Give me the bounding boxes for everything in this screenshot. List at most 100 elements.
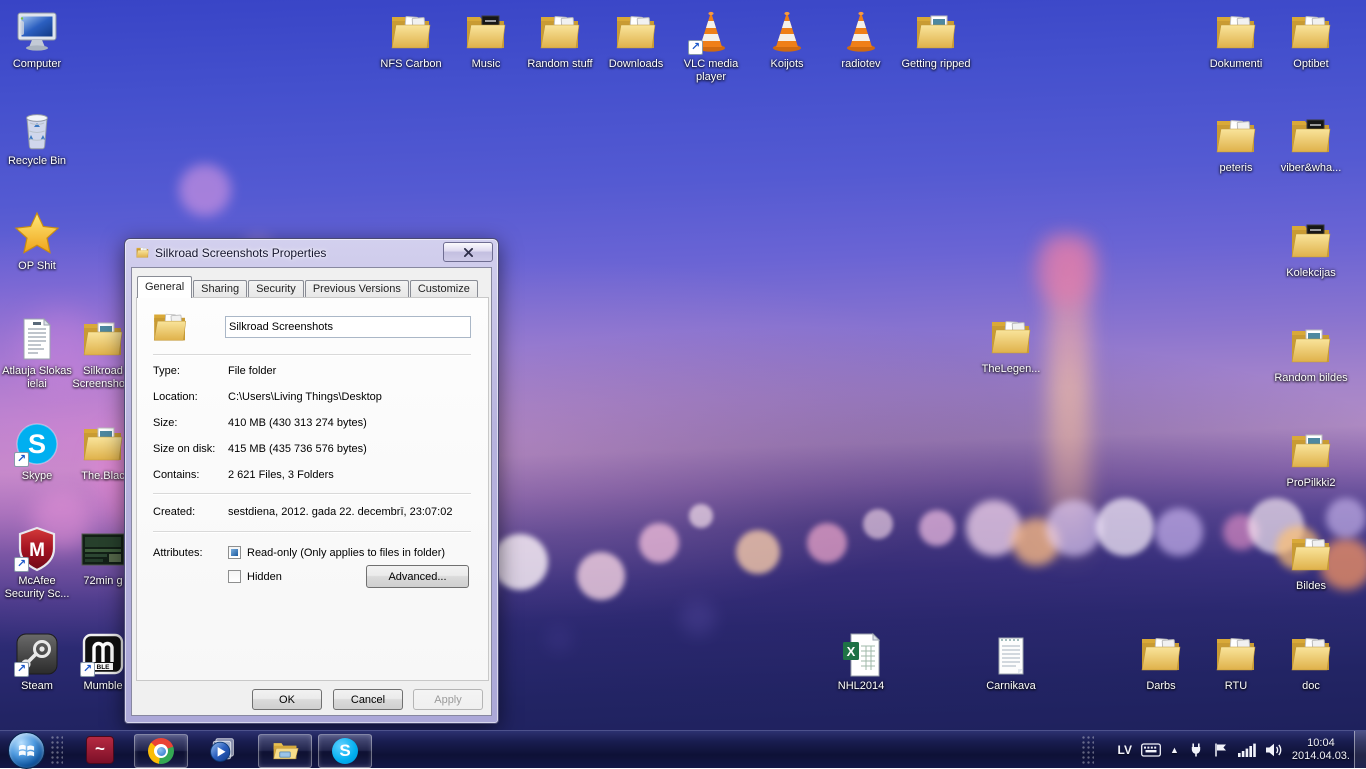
desktop-icon-label: Getting ripped xyxy=(898,58,974,71)
created-label: Created: xyxy=(153,506,195,518)
hidden-checkbox[interactable] xyxy=(228,570,241,583)
desktop-icon-label: Music xyxy=(448,58,524,71)
readonly-label: Read-only (Only applies to files in fold… xyxy=(247,547,445,559)
show-hidden-icons-chevron[interactable]: ▲ xyxy=(1170,743,1179,757)
notepad-file-icon xyxy=(987,630,1035,678)
folder-icon xyxy=(1287,427,1335,475)
shortcut-arrow-icon: ↗ xyxy=(688,40,703,55)
desktop-icon-atlauja[interactable]: Atlauja Slokas ielai xyxy=(0,315,75,391)
desktop-icon-thelegen[interactable]: TheLegen... xyxy=(973,313,1049,376)
cancel-button[interactable]: Cancel xyxy=(333,689,403,710)
folder-name-input[interactable] xyxy=(225,316,471,338)
desktop-icon-op-shit[interactable]: OP Shit xyxy=(0,210,75,273)
desktop-icon-computer[interactable]: Computer xyxy=(0,8,75,71)
desktop-icon-optibet[interactable]: Optibet xyxy=(1273,8,1349,71)
desktop-icon-recycle-bin[interactable]: Recycle Bin xyxy=(0,105,75,168)
desktop-icon-label: Kolekcijas xyxy=(1273,267,1349,280)
keyboard-icon[interactable] xyxy=(1141,743,1161,757)
desktop-icon-radiotev[interactable]: radiotev xyxy=(823,8,899,71)
shortcut-arrow-icon: ↗ xyxy=(80,662,95,677)
desktop-icon-downloads[interactable]: Downloads xyxy=(598,8,674,71)
desktop-icon-label: Recycle Bin xyxy=(0,155,75,168)
tab-strip: General Sharing Security Previous Versio… xyxy=(137,277,479,298)
taskbar-aimp-icon[interactable]: ~ xyxy=(86,736,114,764)
desktop-icon-peteris[interactable]: peteris xyxy=(1198,112,1274,175)
power-plug-icon[interactable] xyxy=(1188,742,1204,758)
folder-icon xyxy=(1287,112,1335,160)
windows-logo-icon xyxy=(17,741,36,760)
folder-icon xyxy=(1212,8,1260,56)
bokeh-light xyxy=(545,625,573,653)
readonly-checkbox[interactable] xyxy=(228,546,241,559)
desktop-icon-vlc[interactable]: ↗ VLC media player xyxy=(673,8,749,84)
start-button[interactable] xyxy=(8,732,45,769)
desktop-icon-random-stuff[interactable]: Random stuff xyxy=(522,8,598,71)
field-value: 415 MB (435 736 576 bytes) xyxy=(228,443,367,455)
bokeh-light xyxy=(689,504,713,528)
network-signal-icon[interactable] xyxy=(1238,743,1256,757)
ok-button[interactable]: OK xyxy=(252,689,322,710)
desktop-icon-propilkki2[interactable]: ProPilkki2 xyxy=(1273,427,1349,490)
folder-icon xyxy=(1137,630,1185,678)
desktop-icon-rtu[interactable]: RTU xyxy=(1198,630,1274,693)
desktop-icon-label: doc xyxy=(1273,680,1349,693)
desktop-icon-viber-whatsapp[interactable]: viber&wha... xyxy=(1273,112,1349,175)
desktop-icon-getting-ripped[interactable]: Getting ripped xyxy=(898,8,974,71)
desktop-icon-steam[interactable]: ↗ Steam xyxy=(0,630,75,693)
desktop-icon-label: Koijots xyxy=(749,58,825,71)
bokeh-light xyxy=(680,600,716,636)
close-button[interactable] xyxy=(443,242,493,262)
taskbar: ~ S LV ▲ 10:04 2014.04.03. xyxy=(0,730,1366,768)
bokeh-light xyxy=(736,530,780,574)
action-center-flag-icon[interactable] xyxy=(1213,742,1229,758)
tab-general[interactable]: General xyxy=(137,276,192,298)
taskbar-chrome-button[interactable] xyxy=(134,734,188,768)
desktop-icon-carnikava[interactable]: Carnikava xyxy=(973,630,1049,693)
desktop-icon-skype[interactable]: ↗ Skype xyxy=(0,420,75,483)
taskbar-wmp-icon[interactable] xyxy=(208,736,236,764)
volume-icon[interactable] xyxy=(1265,742,1283,758)
field-label: Contains: xyxy=(153,469,199,481)
folder-icon xyxy=(79,420,127,468)
desktop-icon-music[interactable]: Music xyxy=(448,8,524,71)
taskbar-explorer-button[interactable] xyxy=(258,734,312,768)
field-value: 410 MB (430 313 274 bytes) xyxy=(228,417,367,429)
bokeh-light xyxy=(577,552,625,600)
taskbar-skype-button[interactable]: S xyxy=(318,734,372,768)
desktop-icon-darbs[interactable]: Darbs xyxy=(1123,630,1199,693)
desktop-icon-doc[interactable]: doc xyxy=(1273,630,1349,693)
language-indicator[interactable]: LV xyxy=(1118,743,1132,757)
screenshot-thumbnail-icon xyxy=(79,525,127,573)
tab-sharing[interactable]: Sharing xyxy=(193,280,247,298)
desktop-icon-label: Atlauja Slokas ielai xyxy=(0,365,75,391)
desktop-icon-nfs-carbon[interactable]: NFS Carbon xyxy=(373,8,449,71)
desktop-icon-kolekcijas[interactable]: Kolekcijas xyxy=(1273,217,1349,280)
folder-icon xyxy=(1287,217,1335,265)
folder-icon xyxy=(1287,530,1335,578)
desktop-icon-label: Random stuff xyxy=(522,58,598,71)
desktop-icon-label: Optibet xyxy=(1273,58,1349,71)
attributes-label: Attributes: xyxy=(153,547,203,559)
apply-button[interactable]: Apply xyxy=(413,689,483,710)
field-label: Type: xyxy=(153,365,180,377)
advanced-button[interactable]: Advanced... xyxy=(366,565,469,588)
show-desktop-button[interactable] xyxy=(1354,731,1366,769)
desktop-icon-bildes[interactable]: Bildes xyxy=(1273,530,1349,593)
desktop-icon-dokumenti[interactable]: Dokumenti xyxy=(1198,8,1274,71)
taskbar-grip xyxy=(50,735,63,765)
separator xyxy=(153,493,471,494)
folder-icon xyxy=(1212,112,1260,160)
field-label: Size: xyxy=(153,417,177,429)
tray-clock[interactable]: 10:04 2014.04.03. xyxy=(1292,737,1350,763)
desktop-icon-label: NHL2014 xyxy=(823,680,899,693)
desktop-icon-label: Random bildes xyxy=(1273,372,1349,385)
tab-previous-versions[interactable]: Previous Versions xyxy=(305,280,409,298)
desktop-icon-random-bildes[interactable]: Random bildes xyxy=(1273,322,1349,385)
field-value: 2 621 Files, 3 Folders xyxy=(228,469,334,481)
tab-security[interactable]: Security xyxy=(248,280,304,298)
desktop-icon-koijots[interactable]: Koijots xyxy=(749,8,825,71)
desktop-icon-nhl2014[interactable]: NHL2014 xyxy=(823,630,899,693)
star-icon xyxy=(13,210,61,258)
tab-customize[interactable]: Customize xyxy=(410,280,478,298)
desktop-icon-mcafee[interactable]: ↗ McAfee Security Sc... xyxy=(0,525,75,601)
